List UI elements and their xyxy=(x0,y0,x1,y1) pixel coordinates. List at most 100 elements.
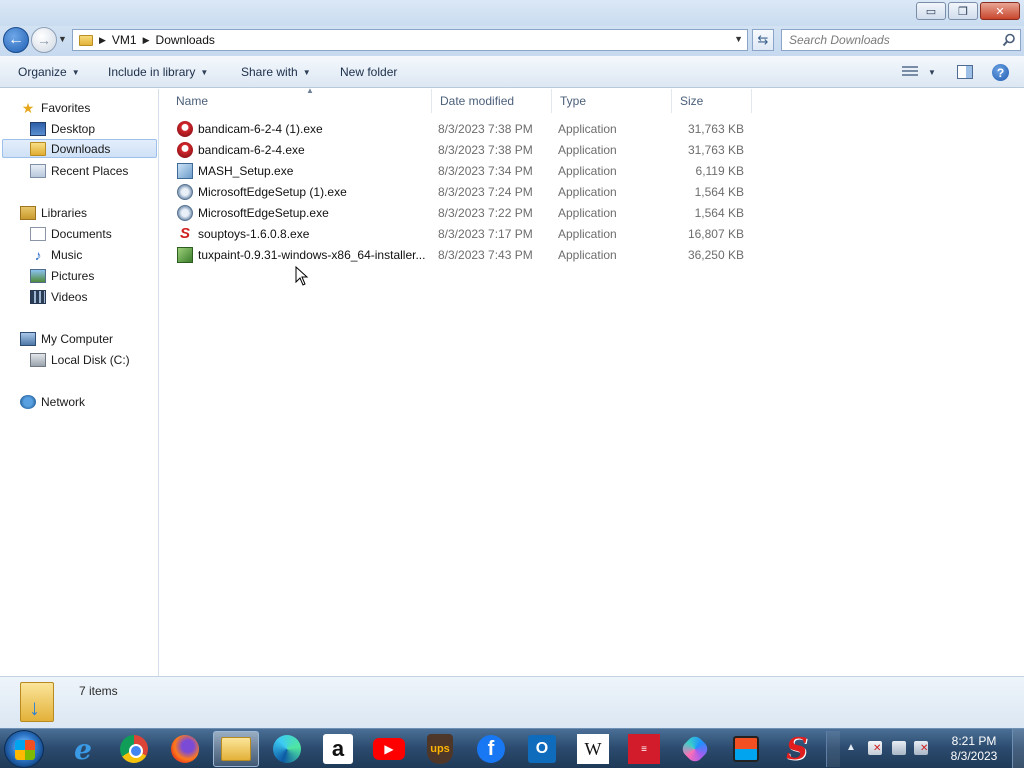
file-type: Application xyxy=(558,164,617,178)
minimize-button[interactable]: ▭ xyxy=(916,2,946,20)
search-icon[interactable] xyxy=(1002,33,1016,47)
downloads-folder-icon xyxy=(20,682,54,722)
file-name: MicrosoftEdgeSetup (1).exe xyxy=(198,185,347,199)
youtube-icon: ▶ xyxy=(373,738,405,760)
file-size: 31,763 KB xyxy=(687,122,744,136)
file-row[interactable]: tuxpaint-0.9.31-windows-x86_64-installer… xyxy=(176,245,752,265)
address-bar[interactable]: ▶ VM1 ▶ Downloads ▼ xyxy=(72,29,748,51)
back-button[interactable]: ← xyxy=(3,27,29,53)
file-size: 16,807 KB xyxy=(687,227,744,241)
address-dropdown-icon[interactable]: ▼ xyxy=(734,34,743,44)
amazon-icon: a xyxy=(323,734,353,764)
nav-music[interactable]: ♪ Music xyxy=(30,245,83,264)
tray-scroll[interactable] xyxy=(826,731,840,767)
file-type: Application xyxy=(558,206,617,220)
nav-desktop-label: Desktop xyxy=(51,121,96,136)
breadcrumb-separator-icon[interactable]: ▶ xyxy=(143,35,150,46)
help-icon: ? xyxy=(996,65,1005,80)
column-date-label: Date modified xyxy=(440,94,515,108)
file-row[interactable]: S souptoys-1.6.0.8.exe 8/3/2023 7:17 PM … xyxy=(176,224,752,244)
taskbar-bank-of-america[interactable]: ≡ xyxy=(621,731,667,767)
taskbar-firefox[interactable] xyxy=(162,731,208,767)
taskbar-microsoft-store[interactable] xyxy=(723,731,769,767)
sort-ascending-icon: ▲ xyxy=(306,86,314,95)
file-date: 8/3/2023 7:17 PM xyxy=(438,227,533,241)
taskbar-chrome[interactable] xyxy=(111,731,157,767)
network-status-icon[interactable] xyxy=(892,741,906,755)
taskbar-souptoys[interactable]: S xyxy=(774,731,820,767)
column-header-size[interactable]: Size xyxy=(672,89,752,113)
organize-button[interactable]: Organize ▼ xyxy=(18,65,80,79)
souptoys-icon: S xyxy=(786,731,808,767)
nav-pictures[interactable]: Pictures xyxy=(30,266,94,285)
clock[interactable]: 8:21 PM 8/3/2023 xyxy=(944,734,1004,764)
edge-setup-icon xyxy=(177,205,193,221)
breadcrumb-vm1[interactable]: VM1 xyxy=(112,33,137,47)
edge-setup-icon xyxy=(177,184,193,200)
share-with-button[interactable]: Share with ▼ xyxy=(241,65,311,79)
taskbar-copilot[interactable] xyxy=(672,731,718,767)
downloads-folder-icon xyxy=(30,141,46,156)
taskbar-ups[interactable]: ups xyxy=(417,731,463,767)
show-desktop-button[interactable] xyxy=(1012,729,1024,768)
file-row[interactable]: MASH_Setup.exe 8/3/2023 7:34 PM Applicat… xyxy=(176,161,752,181)
network-icon xyxy=(20,394,36,409)
file-row[interactable]: bandicam-6-2-4.exe 8/3/2023 7:38 PM Appl… xyxy=(176,140,752,160)
nav-local-disk[interactable]: Local Disk (C:) xyxy=(30,350,130,369)
refresh-icon: ⇆ xyxy=(757,32,769,47)
show-hidden-icons-icon[interactable]: ▲ xyxy=(846,742,856,753)
nav-recent-places[interactable]: Recent Places xyxy=(30,161,128,180)
nav-downloads[interactable]: Downloads xyxy=(2,139,157,158)
nav-music-label: Music xyxy=(51,247,83,262)
action-center-icon[interactable] xyxy=(868,741,882,755)
file-name: MASH_Setup.exe xyxy=(198,164,294,178)
volume-icon[interactable] xyxy=(914,741,928,755)
include-in-library-button[interactable]: Include in library ▼ xyxy=(108,65,208,79)
taskbar-internet-explorer[interactable]: e xyxy=(60,731,106,767)
nav-favorites-label: Favorites xyxy=(41,100,91,115)
music-icon: ♪ xyxy=(34,246,42,263)
nav-videos[interactable]: Videos xyxy=(30,287,87,306)
preview-pane-button[interactable] xyxy=(957,65,973,79)
file-size: 36,250 KB xyxy=(687,248,744,262)
internet-explorer-icon: e xyxy=(74,732,92,766)
column-header-type[interactable]: Type xyxy=(552,89,672,113)
nav-documents[interactable]: Documents xyxy=(30,224,112,243)
share-with-label: Share with xyxy=(241,65,298,79)
new-folder-label: New folder xyxy=(340,65,398,79)
folder-icon xyxy=(79,34,93,46)
search-input[interactable] xyxy=(782,30,992,50)
taskbar-file-explorer[interactable] xyxy=(213,731,259,767)
file-row[interactable]: bandicam-6-2-4 (1).exe 8/3/2023 7:38 PM … xyxy=(176,119,752,139)
taskbar-amazon[interactable]: a xyxy=(315,731,361,767)
column-header-date[interactable]: Date modified xyxy=(432,89,552,113)
taskbar-facebook[interactable]: f xyxy=(468,731,514,767)
taskbar-youtube[interactable]: ▶ xyxy=(366,731,412,767)
taskbar-wikipedia[interactable]: W xyxy=(570,731,616,767)
change-view-button[interactable]: ▼ xyxy=(902,66,936,78)
breadcrumb-downloads[interactable]: Downloads xyxy=(156,33,215,47)
maximize-button[interactable]: ❐ xyxy=(948,2,978,20)
breadcrumb-separator-icon[interactable]: ▶ xyxy=(99,35,106,46)
file-row[interactable]: MicrosoftEdgeSetup (1).exe 8/3/2023 7:24… xyxy=(176,182,752,202)
taskbar-edge[interactable] xyxy=(264,731,310,767)
file-row[interactable]: MicrosoftEdgeSetup.exe 8/3/2023 7:22 PM … xyxy=(176,203,752,223)
search-box[interactable] xyxy=(781,29,1021,51)
nav-favorites[interactable]: ★ Favorites xyxy=(20,98,91,117)
refresh-button[interactable]: ⇆ xyxy=(752,29,774,51)
recent-pages-dropdown[interactable]: ▼ xyxy=(58,34,67,44)
new-folder-button[interactable]: New folder xyxy=(340,65,397,79)
nav-my-computer[interactable]: My Computer xyxy=(20,329,113,348)
nav-desktop[interactable]: Desktop xyxy=(30,119,95,138)
address-row: ← → ▼ ▶ VM1 ▶ Downloads ▼ ⇆ xyxy=(0,26,1024,56)
start-button[interactable] xyxy=(4,730,44,768)
nav-libraries[interactable]: Libraries xyxy=(20,203,87,222)
organize-label: Organize xyxy=(18,65,67,79)
taskbar-outlook[interactable]: O xyxy=(519,731,565,767)
souptoys-icon: S xyxy=(179,225,190,242)
column-header-name[interactable]: Name ▲ xyxy=(168,86,432,113)
nav-network[interactable]: Network xyxy=(20,392,85,411)
help-button[interactable]: ? xyxy=(992,64,1009,81)
close-button[interactable]: ✕ xyxy=(980,2,1020,20)
forward-button[interactable]: → xyxy=(31,27,57,53)
